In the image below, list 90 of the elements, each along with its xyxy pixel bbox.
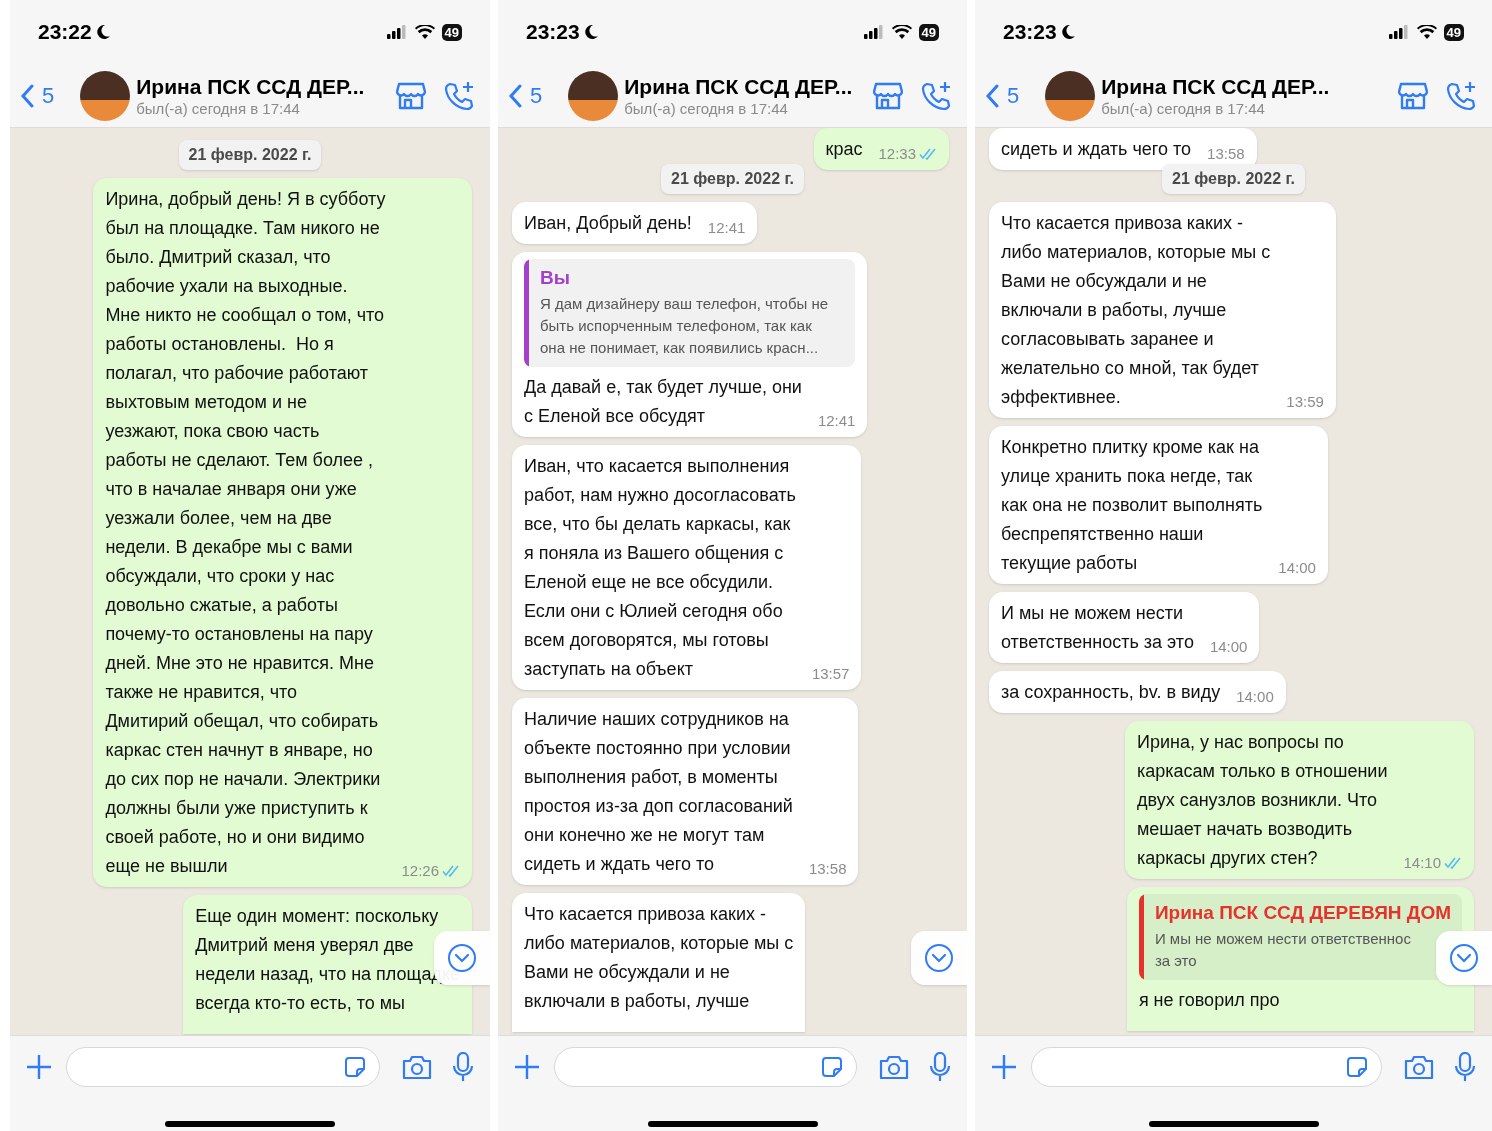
message-time: 13:59: [1286, 392, 1324, 412]
message-text: И мы не можем нести ответственность за это: [1001, 602, 1194, 654]
back-button[interactable]: 5: [20, 79, 55, 112]
microphone-icon[interactable]: [929, 1052, 951, 1082]
date-label: 21 февр. 2022 г.: [178, 140, 322, 170]
wifi-icon: [414, 24, 435, 40]
sticker-icon[interactable]: [1345, 1055, 1369, 1079]
date-label: 21 февр. 2022 г.: [1162, 164, 1305, 194]
storefront-icon[interactable]: [873, 81, 903, 110]
sticker-icon[interactable]: [820, 1055, 844, 1079]
message-text: Наличие наших сотрудников на объекте постоянно при условии выполнения работ, в моменты простоя из-за доп согласований они конечно же не могут там сидеть и ждать чего то: [524, 708, 793, 876]
plus-icon[interactable]: [514, 1054, 540, 1080]
message-time: 12:33: [878, 144, 916, 164]
signal-icon: [1388, 25, 1409, 39]
message-text: сидеть и ждать чего то: [1001, 138, 1192, 161]
message-text: за сохранность, bv. в виду: [1001, 681, 1221, 704]
moon-icon: [582, 24, 599, 40]
camera-icon[interactable]: [402, 1054, 432, 1080]
back-chevron-icon: [20, 83, 34, 108]
message-time: 14:10: [1403, 853, 1441, 873]
camera-icon[interactable]: [879, 1054, 909, 1080]
signal-icon: [386, 25, 407, 39]
back-chevron-icon: [985, 83, 999, 108]
microphone-icon[interactable]: [1454, 1052, 1476, 1082]
message-text: Ирина, у нас вопросы по каркасам только в отношении двух санузлов возникли. Что мешает начать возводить каркасы других стен?: [1137, 731, 1388, 870]
message-input-field[interactable]: [66, 1047, 380, 1087]
message-text: я не говорил про: [1138, 989, 1280, 1012]
microphone-icon[interactable]: [452, 1052, 474, 1082]
message-time: 14:00: [1209, 637, 1248, 657]
add-call-icon[interactable]: [1446, 80, 1476, 111]
quote-text: Я дам дизайнеру ваш телефон, чтобы не быть испорченным телефоном, так как она не понимает, как появились красн...: [540, 294, 829, 358]
battery-indicator: 49: [918, 23, 939, 41]
message-text: Ирина, добрый день! Я в субботу был на площадке. Там никого не было. Дмитрий сказал, что рабочие ухали на выходные. Мне никто не сообщал о том, что работы остановлены. Но я полагал, что рабочие работают выхтовым методом и не уезжают, пока свою часть работы не сделают. Тем более , что в началае января они уже уезжали более, чем на две недели. В декабре мы с вами обсуждали, что сроки у нас довольно сжатые, а работы почему-то остановлены на пару дней. Мне это не нравится. Мне также не нравится, что Дмитирий обещал, что собирать каркас стен начнут в январе, но до сих пор не начали. Электрики должны были уже приступить к своей работе, но и они видимо еще не вышли: [105, 188, 386, 878]
plus-icon[interactable]: [26, 1054, 52, 1080]
message-time: 14:00: [1278, 558, 1316, 578]
battery-indicator: 49: [1443, 23, 1464, 41]
scroll-down-button[interactable]: [1436, 931, 1492, 985]
message-text: Иван, Добрый день!: [524, 212, 692, 235]
add-call-icon[interactable]: [444, 80, 474, 111]
message-time: 13:58: [808, 859, 847, 879]
contact-name[interactable]: Ирина ПСК ССД ДЕР...: [136, 73, 365, 100]
message-time: 14:00: [1236, 687, 1274, 707]
camera-icon[interactable]: [1404, 1054, 1434, 1080]
status-time: 23:23: [526, 19, 580, 46]
quoted-message[interactable]: Вы Я дам дизайнеру ваш телефон, чтобы не быть испорченным телефоном, так как она не понимает, как появились красн...: [524, 259, 856, 367]
message-time: 12:26: [401, 861, 439, 881]
message-time: 12:41: [707, 218, 746, 238]
message-text: Что касается привоза каких - либо материалов, которые мы с Вами не обсуждали и не включали в работы, лучше: [524, 903, 794, 1013]
message-time: 12:41: [817, 411, 856, 431]
contact-avatar: [80, 70, 131, 121]
message-text: крас: [825, 138, 863, 161]
battery-indicator: 49: [441, 23, 462, 41]
last-seen-text: был(-а) сегодня в 17:44: [136, 99, 301, 118]
chevron-down-icon: [924, 943, 954, 973]
message-text: Да давай е, так будет лучше, они с Еленой все обсудят: [524, 376, 802, 428]
message-input-field[interactable]: [554, 1047, 857, 1087]
sticker-icon[interactable]: [343, 1055, 367, 1079]
back-button[interactable]: 5: [508, 79, 543, 112]
contact-name[interactable]: Ирина ПСК ССД ДЕР...: [624, 73, 853, 100]
contact-avatar: [1045, 70, 1096, 121]
message-text: Иван, что касается выполнения работ, нам нужно досогласовать все, что бы делать каркасы, как я поняла из Вашего общения с Еленой еще не все обсудили. Если они с Юлией сегодня обо всем договорятся, мы готовы заступать на объект: [524, 455, 796, 681]
quote-text: И мы не можем нести ответственнос за это: [1154, 929, 1412, 971]
quote-author: Вы: [540, 267, 571, 289]
status-time: 23:22: [38, 19, 92, 46]
quoted-message[interactable]: Ирина ПСК ССД ДЕРЕВЯН ДОМ И мы не можем нести ответственнос за это: [1138, 894, 1462, 980]
status-time: 23:23: [1003, 19, 1057, 46]
add-call-icon[interactable]: [921, 80, 951, 111]
quote-author: Ирина ПСК ССД ДЕРЕВЯН ДОМ: [1154, 902, 1451, 924]
contact-avatar: [568, 70, 619, 121]
wifi-icon: [1416, 24, 1437, 40]
contact-name[interactable]: Ирина ПСК ССД ДЕР...: [1101, 73, 1330, 100]
back-button[interactable]: 5: [985, 79, 1020, 112]
scroll-down-button[interactable]: [911, 931, 967, 985]
message-text: Что касается привоза каких - либо материалов, которые мы с Вами не обсуждали и не включали в работы, лучше согласовывать заранее и желательно со мной, так будет эффективнее.: [1001, 212, 1271, 409]
moon-icon: [94, 24, 111, 40]
moon-icon: [1059, 24, 1076, 40]
storefront-icon[interactable]: [1398, 81, 1428, 110]
last-seen-text: был(-а) сегодня в 17:44: [1101, 99, 1266, 118]
message-text: Конкретно плитку кроме как на улице хранить пока негде, так как она не позволит выполнять беспрепятственно наши текущие работы: [1001, 436, 1263, 575]
chevron-down-icon: [1449, 943, 1479, 973]
message-input-field[interactable]: [1031, 1047, 1382, 1087]
message-time: 13:58: [1207, 144, 1245, 164]
message-time: 13:57: [811, 664, 850, 684]
storefront-icon[interactable]: [396, 81, 426, 110]
date-label: 21 февр. 2022 г.: [661, 164, 804, 194]
wifi-icon: [891, 24, 912, 40]
signal-icon: [863, 25, 884, 39]
back-chevron-icon: [508, 83, 522, 108]
plus-icon[interactable]: [991, 1054, 1017, 1080]
last-seen-text: был(-а) сегодня в 17:44: [624, 99, 789, 118]
